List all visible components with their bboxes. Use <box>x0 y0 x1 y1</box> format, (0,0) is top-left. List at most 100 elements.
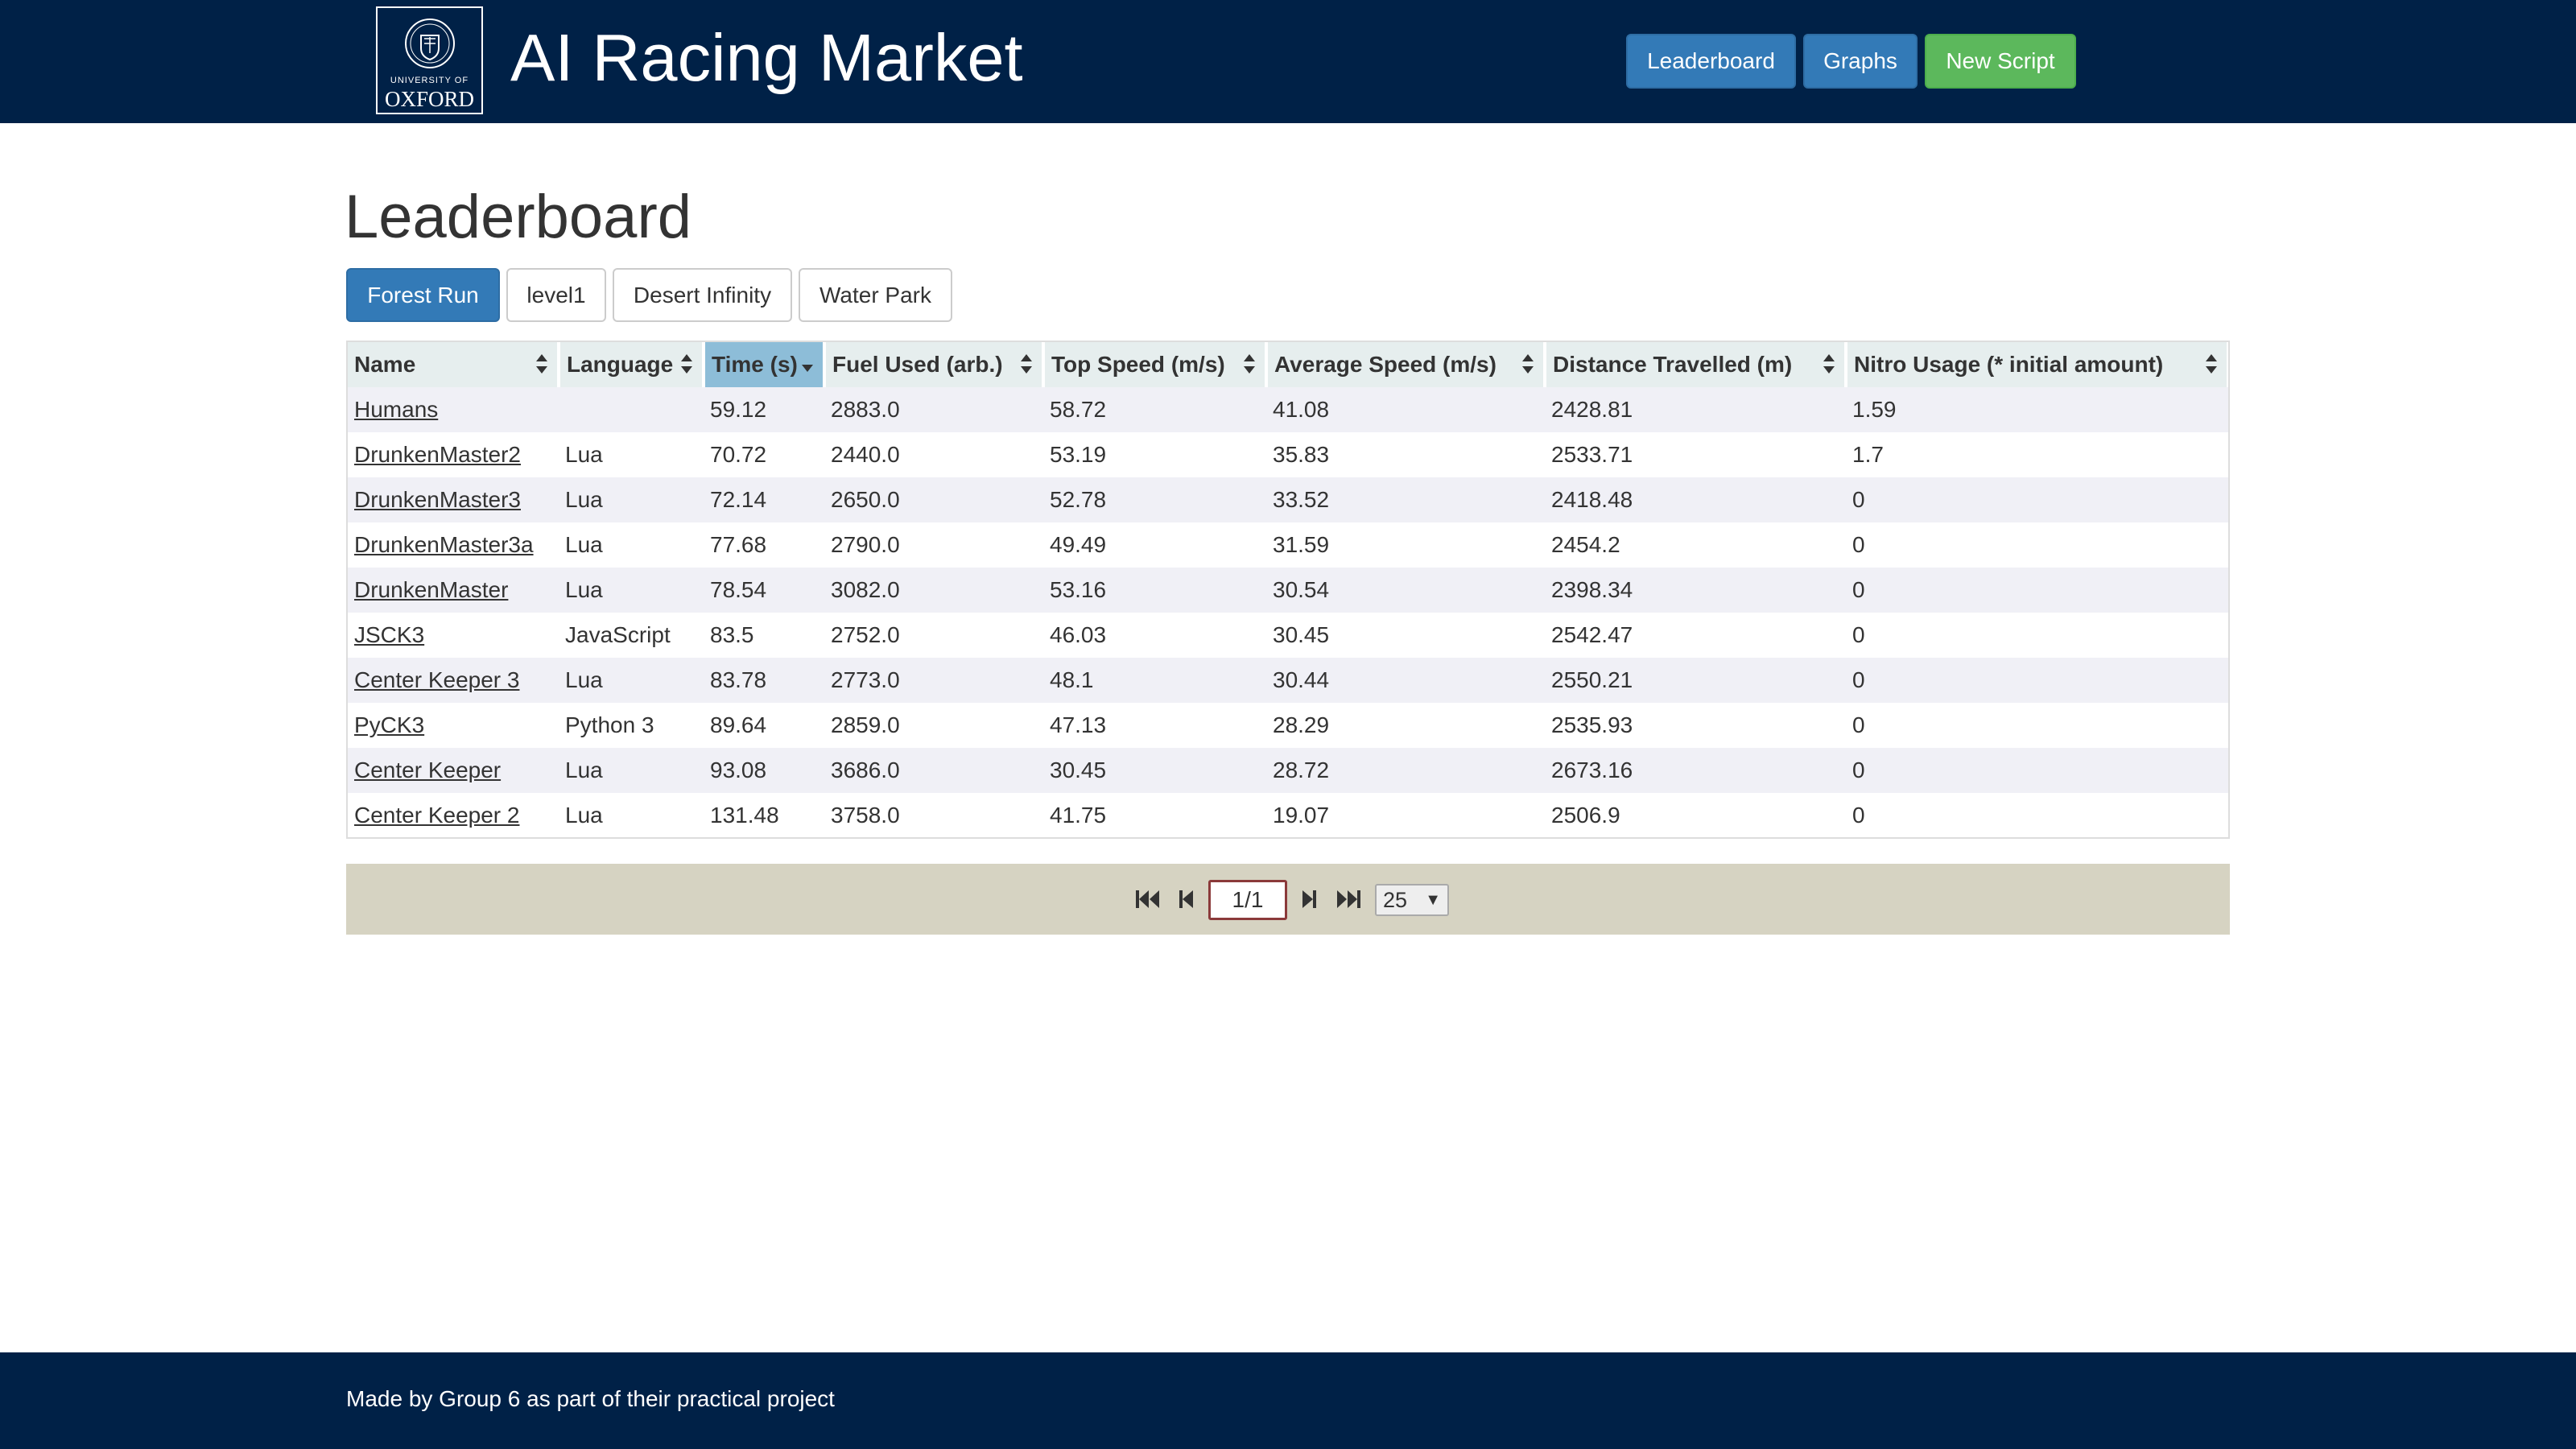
cell-fuel-used: 2752.0 <box>824 613 1043 658</box>
last-page-icon[interactable] <box>1335 886 1362 913</box>
script-name-link[interactable]: DrunkenMaster3a <box>354 532 534 557</box>
column-label: Average Speed (m/s) <box>1274 352 1496 377</box>
column-header-nitro-usage[interactable]: Nitro Usage (* initial amount) <box>1846 342 2228 387</box>
cell-fuel-used: 3686.0 <box>824 748 1043 793</box>
script-name-link[interactable]: DrunkenMaster2 <box>354 442 521 467</box>
oxford-logo[interactable]: UNIVERSITY OF OXFORD <box>376 6 483 114</box>
logo-university-text: UNIVERSITY OF <box>390 76 469 85</box>
cell-language: Lua <box>559 793 704 837</box>
app-title[interactable]: AI Racing Market <box>510 18 1023 98</box>
logo-oxford-text: OXFORD <box>384 87 475 111</box>
tab-forest-run[interactable]: Forest Run <box>346 268 500 322</box>
column-header-distance[interactable]: Distance Travelled (m) <box>1545 342 1847 387</box>
sort-both-icon <box>1244 354 1255 374</box>
script-name-link[interactable]: DrunkenMaster <box>354 577 508 602</box>
cell-average-speed: 28.72 <box>1266 748 1545 793</box>
top-navbar: UNIVERSITY OF OXFORD AI Racing Market Le… <box>0 0 2576 123</box>
cell-average-speed: 41.08 <box>1266 387 1545 432</box>
sort-both-icon <box>2206 354 2217 374</box>
cell-top-speed: 52.78 <box>1043 477 1266 522</box>
column-label: Distance Travelled (m) <box>1553 352 1793 377</box>
cell-time: 89.64 <box>704 703 824 748</box>
cell-language <box>559 387 704 432</box>
column-label: Name <box>354 352 416 377</box>
script-name-link[interactable]: JSCK3 <box>354 622 424 647</box>
tab-desert-infinity[interactable]: Desert Infinity <box>613 268 792 322</box>
cell-top-speed: 53.16 <box>1043 568 1266 613</box>
cell-nitro-usage: 0 <box>1846 748 2228 793</box>
cell-nitro-usage: 1.7 <box>1846 432 2228 477</box>
page-number-input[interactable] <box>1208 880 1287 920</box>
cell-name: Center Keeper 2 <box>348 793 559 837</box>
script-name-link[interactable]: Center Keeper 2 <box>354 803 519 828</box>
column-label: Language <box>567 352 674 377</box>
leaderboard-table: Name Language Time (s) Fuel Used (arb.) … <box>348 342 2228 837</box>
new-script-nav-button[interactable]: New Script <box>1925 34 2076 89</box>
cell-name: Humans <box>348 387 559 432</box>
table-header-row: Name Language Time (s) Fuel Used (arb.) … <box>348 342 2228 387</box>
table-pager: 25 ▼ <box>346 864 2230 935</box>
cell-time: 83.5 <box>704 613 824 658</box>
cell-name: JSCK3 <box>348 613 559 658</box>
dropdown-caret-icon: ▼ <box>1425 891 1441 909</box>
cell-language: Lua <box>559 522 704 568</box>
next-page-icon[interactable] <box>1300 886 1318 913</box>
tab-water-park[interactable]: Water Park <box>799 268 952 322</box>
cell-fuel-used: 2440.0 <box>824 432 1043 477</box>
cell-name: DrunkenMaster3a <box>348 522 559 568</box>
cell-language: Python 3 <box>559 703 704 748</box>
cell-fuel-used: 2883.0 <box>824 387 1043 432</box>
column-header-time[interactable]: Time (s) <box>704 342 826 387</box>
table-row: PyCK3 Python 3 89.64 2859.0 47.13 28.29 2535.9… <box>348 703 2228 748</box>
cell-time: 77.68 <box>704 522 824 568</box>
cell-time: 93.08 <box>704 748 824 793</box>
column-header-name[interactable]: Name <box>348 342 560 387</box>
cell-language: Lua <box>559 477 704 522</box>
cell-average-speed: 31.59 <box>1266 522 1545 568</box>
cell-name: DrunkenMaster <box>348 568 559 613</box>
crest-icon <box>405 19 455 68</box>
prev-page-icon[interactable] <box>1178 886 1195 913</box>
script-name-link[interactable]: Center Keeper <box>354 758 501 782</box>
cell-nitro-usage: 0 <box>1846 658 2228 703</box>
cell-distance: 2454.2 <box>1545 522 1846 568</box>
cell-language: JavaScript <box>559 613 704 658</box>
leaderboard-nav-button[interactable]: Leaderboard <box>1626 34 1796 89</box>
script-name-link[interactable]: PyCK3 <box>354 712 424 737</box>
sort-both-icon <box>681 354 692 374</box>
cell-time: 70.72 <box>704 432 824 477</box>
graphs-nav-button[interactable]: Graphs <box>1803 34 1918 89</box>
column-header-fuel-used[interactable]: Fuel Used (arb.) <box>824 342 1045 387</box>
cell-top-speed: 41.75 <box>1043 793 1266 837</box>
cell-average-speed: 33.52 <box>1266 477 1545 522</box>
cell-average-speed: 30.54 <box>1266 568 1545 613</box>
script-name-link[interactable]: Center Keeper 3 <box>354 667 519 692</box>
column-label: Nitro Usage (* initial amount) <box>1854 352 2164 377</box>
cell-fuel-used: 2859.0 <box>824 703 1043 748</box>
page-footer: Made by Group 6 as part of their practic… <box>0 1352 2576 1449</box>
column-header-language[interactable]: Language <box>559 342 705 387</box>
first-page-icon[interactable] <box>1134 886 1162 913</box>
column-header-top-speed[interactable]: Top Speed (m/s) <box>1043 342 1268 387</box>
column-label: Top Speed (m/s) <box>1051 352 1225 377</box>
script-name-link[interactable]: DrunkenMaster3 <box>354 487 521 512</box>
footer-text: Made by Group 6 as part of their practic… <box>346 1386 835 1411</box>
cell-distance: 2398.34 <box>1545 568 1846 613</box>
table-row: DrunkenMaster3a Lua 77.68 2790.0 49.49 31.59 2… <box>348 522 2228 568</box>
cell-language: Lua <box>559 432 704 477</box>
cell-nitro-usage: 0 <box>1846 613 2228 658</box>
sort-descending-icon <box>802 365 813 372</box>
column-label: Time (s) <box>712 352 798 377</box>
column-header-average-speed[interactable]: Average Speed (m/s) <box>1266 342 1546 387</box>
table-row: Center Keeper 3 Lua 83.78 2773.0 48.1 30.44 25… <box>348 658 2228 703</box>
cell-language: Lua <box>559 658 704 703</box>
cell-nitro-usage: 0 <box>1846 477 2228 522</box>
table-row: Center Keeper Lua 93.08 3686.0 30.45 28.72 267… <box>348 748 2228 793</box>
table-row: JSCK3 JavaScript 83.5 2752.0 46.03 30.45 2542.… <box>348 613 2228 658</box>
page-size-select[interactable]: 25 ▼ <box>1375 884 1449 916</box>
page-title: Leaderboard <box>345 183 692 251</box>
cell-average-speed: 19.07 <box>1266 793 1545 837</box>
sort-both-icon <box>536 354 547 374</box>
tab-level1[interactable]: level1 <box>506 268 606 322</box>
script-name-link[interactable]: Humans <box>354 397 438 422</box>
